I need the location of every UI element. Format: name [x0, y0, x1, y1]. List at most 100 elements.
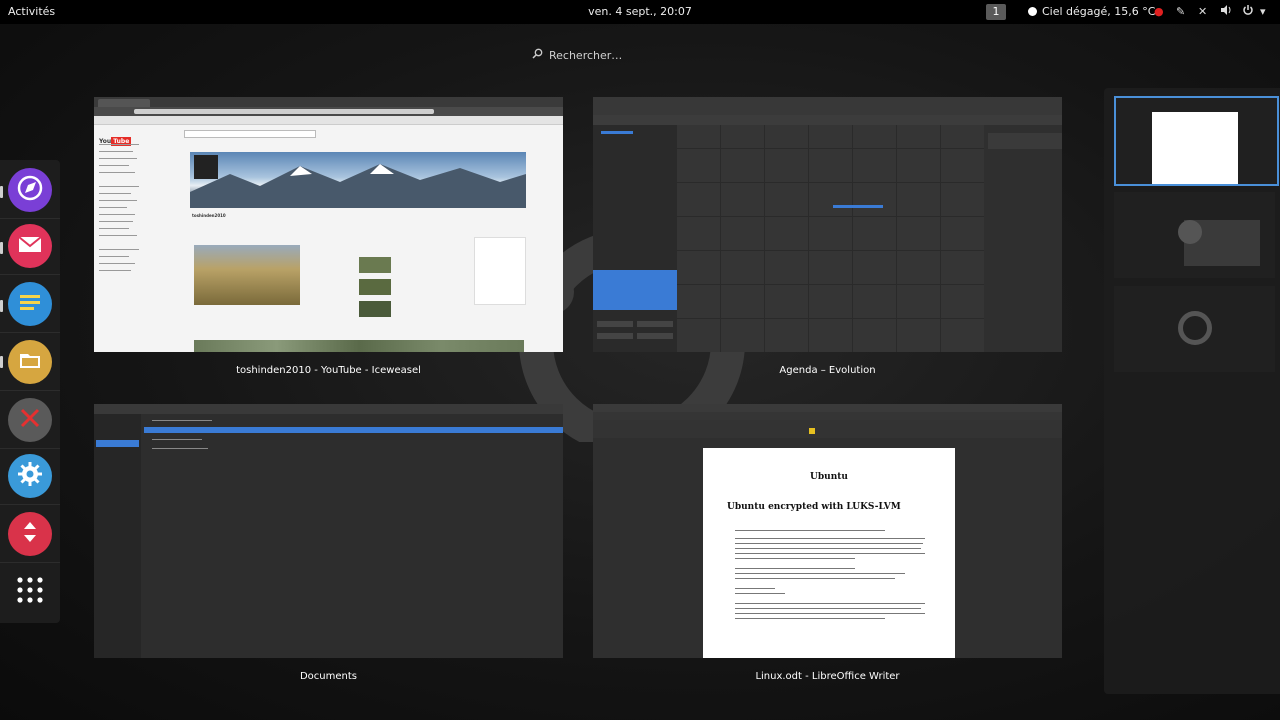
running-indicator	[0, 186, 3, 198]
browser-tab	[98, 99, 150, 107]
evolution-searchbar	[593, 115, 1062, 125]
window-thumbnail-documents[interactable]	[94, 404, 563, 658]
highlight-icon	[809, 428, 815, 434]
top-bar: Activités ven. 4 sept., 20:07 1 Ciel dég…	[0, 0, 1280, 24]
window-caption-evolution: Agenda – Evolution	[779, 365, 876, 376]
file-row-selected	[144, 427, 563, 433]
video-thumbnail	[359, 257, 391, 273]
workspace-thumb-3[interactable]	[1114, 286, 1275, 372]
calendar-selected	[601, 131, 633, 134]
show-applications-button[interactable]	[8, 570, 52, 614]
network-icon[interactable]: ✕	[1198, 4, 1207, 20]
document-body	[729, 528, 929, 658]
files-headerbar	[94, 404, 563, 414]
nav-calendar	[597, 333, 633, 339]
youtube-search-box	[184, 130, 316, 138]
writer-titlebar	[593, 404, 1062, 412]
url-bar	[134, 109, 434, 114]
video-thumbnail	[359, 279, 391, 295]
workspace-indicator[interactable]: 1	[986, 4, 1006, 20]
nav-mail	[597, 321, 633, 327]
clock[interactable]: ven. 4 sept., 20:07	[588, 5, 692, 18]
power-icon[interactable]	[1242, 4, 1254, 21]
dash-app-files[interactable]	[8, 340, 52, 384]
search-bar[interactable]	[532, 46, 752, 64]
record-icon[interactable]: ●	[1154, 4, 1164, 20]
mail-icon	[17, 233, 43, 259]
notes-icon	[18, 292, 42, 316]
weather-indicator[interactable]: Ciel dégagé, 15,6 °C	[1028, 5, 1155, 18]
running-indicator	[0, 300, 3, 312]
bookmarks-bar	[94, 116, 563, 125]
browser-tab-bar	[94, 97, 563, 107]
document-title: Ubuntu	[810, 472, 848, 482]
running-indicator	[0, 242, 3, 254]
activities-button[interactable]: Activités	[8, 5, 55, 18]
folder-icon	[18, 349, 42, 375]
clear-sky-icon	[1028, 7, 1037, 16]
volume-icon[interactable]	[1220, 4, 1232, 21]
files-sidebar-selected	[96, 440, 139, 447]
ubuntu-logo	[1178, 220, 1202, 244]
app-grid-icon	[15, 575, 45, 609]
dash-app-transfer[interactable]	[8, 512, 52, 556]
mini-calendar	[593, 270, 677, 310]
search-input[interactable]	[549, 48, 729, 62]
evolution-toolbar	[593, 97, 1062, 115]
video-row	[194, 340, 524, 352]
channel-avatar	[194, 155, 218, 179]
dash-separator	[0, 390, 60, 391]
month-grid	[677, 125, 984, 352]
channel-banner	[190, 152, 526, 208]
window-caption-iceweasel: toshinden2010 - YouTube - Iceweasel	[236, 365, 421, 376]
calendar-event	[833, 205, 883, 208]
nav-contacts	[637, 321, 673, 327]
document-page: Ubuntu Ubuntu encrypted with LUKS-LVM	[703, 448, 955, 658]
window-thumbnail-writer[interactable]: Ubuntu Ubuntu encrypted with LUKS-LVM	[593, 404, 1062, 658]
writer-toolbars	[593, 420, 1062, 438]
dash-separator	[0, 562, 60, 563]
dash-app-iceweasel[interactable]	[8, 168, 52, 212]
window-thumbnail-iceweasel[interactable]: You Tube toshinden2010	[94, 97, 563, 352]
files-sidebar	[94, 414, 141, 658]
dash-app-settings[interactable]	[8, 454, 52, 498]
dash-separator	[0, 504, 60, 505]
video-thumbnail	[194, 245, 300, 305]
dash-app-notes[interactable]	[8, 282, 52, 326]
compass-icon	[16, 174, 44, 206]
dash-separator	[0, 218, 60, 219]
video-thumbnail	[359, 301, 391, 317]
writer-menubar	[593, 412, 1062, 420]
workspace-window-preview	[1152, 112, 1238, 184]
ubuntu-logo	[1178, 311, 1212, 345]
transfer-icon	[20, 520, 40, 548]
pen-icon[interactable]: ✎	[1176, 4, 1185, 20]
workspace-thumb-2[interactable]	[1114, 192, 1275, 278]
related-channels-box	[474, 237, 526, 305]
youtube-sidebar	[99, 144, 149, 344]
dash-separator	[0, 448, 60, 449]
gear-icon	[17, 461, 43, 491]
running-indicator	[0, 356, 3, 368]
weather-text: Ciel dégagé, 15,6 °C	[1042, 5, 1156, 18]
window-caption-writer: Linux.odt - LibreOffice Writer	[755, 671, 900, 682]
nav-tasks	[637, 333, 673, 339]
file-row	[144, 446, 524, 451]
window-caption-documents: Documents	[299, 671, 358, 682]
evolution-sidebar	[593, 125, 677, 352]
dash-app-evolution[interactable]	[8, 224, 52, 268]
dash-separator	[0, 274, 60, 275]
youtube-channel-name: toshinden2010	[192, 213, 226, 218]
chevron-down-icon[interactable]: ▾	[1260, 4, 1266, 20]
task-list	[988, 133, 1062, 149]
window-thumbnail-evolution[interactable]	[593, 97, 1062, 352]
browser-navbar	[94, 107, 563, 116]
workspace-thumb-1[interactable]	[1114, 96, 1279, 186]
search-icon	[532, 48, 543, 62]
dash-app-tools[interactable]	[8, 398, 52, 442]
file-row	[144, 418, 524, 423]
file-row	[144, 437, 524, 442]
document-heading: Ubuntu encrypted with LUKS-LVM	[727, 502, 901, 512]
dash	[0, 160, 60, 623]
dash-separator	[0, 332, 60, 333]
